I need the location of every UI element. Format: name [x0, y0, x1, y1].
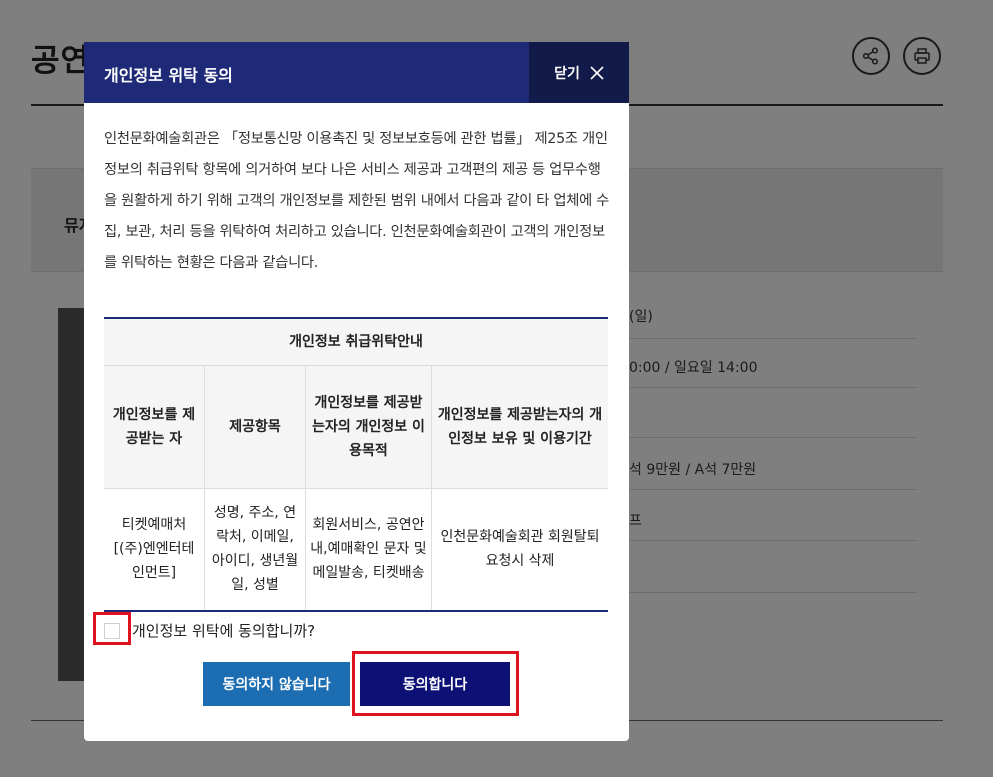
info-divider — [629, 387, 917, 388]
consent-modal: 개인정보 위탁 동의 닫기 인천문화예술회관은 「정보통신망 이용촉진 및 정보… — [84, 42, 629, 741]
table-cell: 티켓예매처 [(주)엔엔터테인먼트] — [104, 487, 205, 611]
close-icon — [590, 65, 604, 80]
info-line: (일) — [629, 309, 653, 325]
modal-title: 개인정보 위탁 동의 — [104, 66, 233, 85]
agree-row: 개인정보 위탁에 동의합니까? — [104, 620, 315, 641]
info-divider — [629, 540, 917, 541]
info-line: 0:00 / 일요일 14:00 — [629, 360, 758, 376]
agree-button-highlight — [352, 651, 519, 716]
info-divider — [629, 592, 917, 593]
info-divider — [629, 338, 917, 339]
intro-text: 인천문화예술회관은 「정보통신망 이용촉진 및 정보보호등에 관한 법률」 제2… — [104, 131, 610, 271]
info-line: 프 — [629, 513, 642, 529]
print-icon[interactable] — [903, 37, 941, 75]
consignment-table: 개인정보 취급위탁안내 개인정보를 제공받는 자 제공항목 개인정보를 제공받는… — [104, 317, 608, 612]
table-cell: 회원서비스, 공연안내,예매확인 문자 및 메일발송, 티켓배송 — [305, 487, 432, 611]
table-header: 제공항목 — [204, 364, 306, 489]
info-line: 석 9만원 / A석 7만원 — [629, 462, 757, 478]
modal-header: 개인정보 위탁 동의 닫기 — [84, 42, 629, 103]
info-divider — [629, 437, 917, 438]
table-header: 개인정보를 제공받는 자 — [104, 364, 205, 489]
checkbox-highlight — [93, 612, 131, 645]
disagree-button[interactable]: 동의하지 않습니다 — [203, 662, 350, 706]
table-header: 개인정보를 제공받는자의 개인정보 이용목적 — [305, 364, 432, 489]
close-label: 닫기 — [554, 65, 580, 82]
share-icon[interactable] — [852, 37, 890, 75]
table-cell: 인천문화예술회관 회원탈퇴 요청시 삭제 — [431, 487, 608, 611]
agree-question: 개인정보 위탁에 동의합니까? — [132, 622, 316, 640]
info-divider — [629, 489, 917, 490]
table-caption: 개인정보 취급위탁안내 — [104, 318, 608, 366]
table-row: 티켓예매처 [(주)엔엔터테인먼트] 성명, 주소, 연락처, 이메일, 아이디… — [104, 487, 608, 611]
table-header: 개인정보를 제공받는자의 개인정보 보유 및 이용기간 — [431, 364, 608, 489]
close-button[interactable]: 닫기 — [529, 42, 629, 103]
table-cell: 성명, 주소, 연락처, 이메일, 아이디, 생년월일, 성별 — [204, 487, 306, 611]
